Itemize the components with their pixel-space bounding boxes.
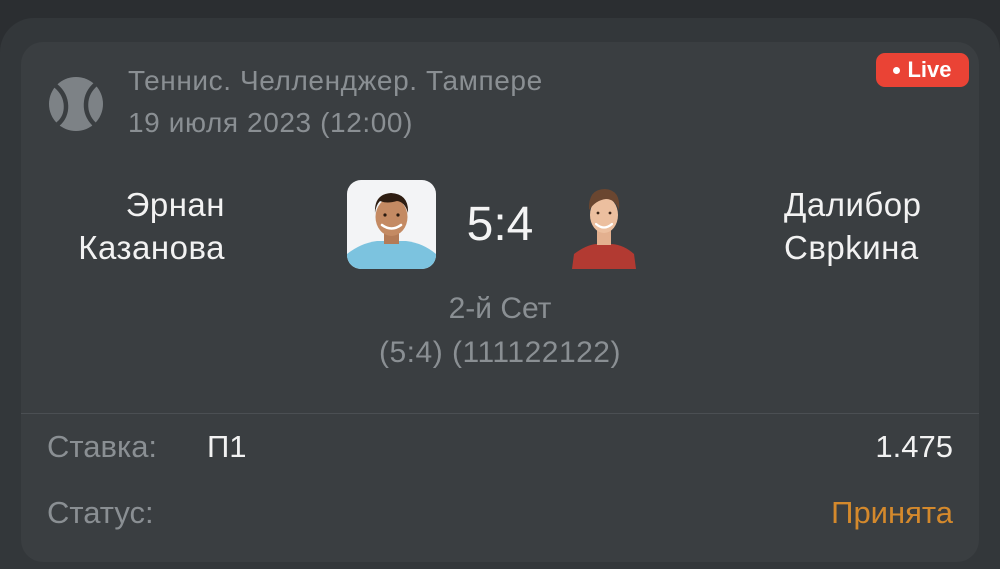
match-score: 5:4	[466, 198, 534, 251]
match-datetime: 19 июля 2023 (12:00)	[128, 107, 414, 138]
player1-first-name: Эрнан	[125, 186, 225, 223]
tournament-name: Теннис. Челленджер. Тампере	[128, 65, 543, 96]
live-dot-icon	[893, 66, 901, 74]
set-label: 2-й Сет	[448, 292, 552, 325]
set-detail: (5:4) (111122122)	[379, 336, 621, 369]
bet-odds: 1.475	[875, 429, 953, 464]
player1-avatar	[347, 180, 436, 269]
status-label: Статус:	[47, 495, 154, 530]
tennis-ball-icon	[49, 77, 103, 131]
player2-first-name: Далибор	[784, 186, 922, 223]
bet-value: П1	[207, 429, 247, 464]
player2-name: Далибор Сврkина	[784, 183, 922, 269]
divider	[21, 413, 979, 414]
bet-label: Ставка:	[47, 429, 158, 464]
status-value: Принята	[831, 495, 953, 530]
live-badge: Live	[876, 53, 969, 87]
player1-name: Эрнан Казанова	[78, 183, 225, 269]
player2-avatar	[572, 189, 636, 269]
live-label: Live	[907, 57, 952, 82]
player1-last-name: Казанова	[78, 229, 225, 266]
player2-last-name: Сврkина	[784, 229, 919, 266]
